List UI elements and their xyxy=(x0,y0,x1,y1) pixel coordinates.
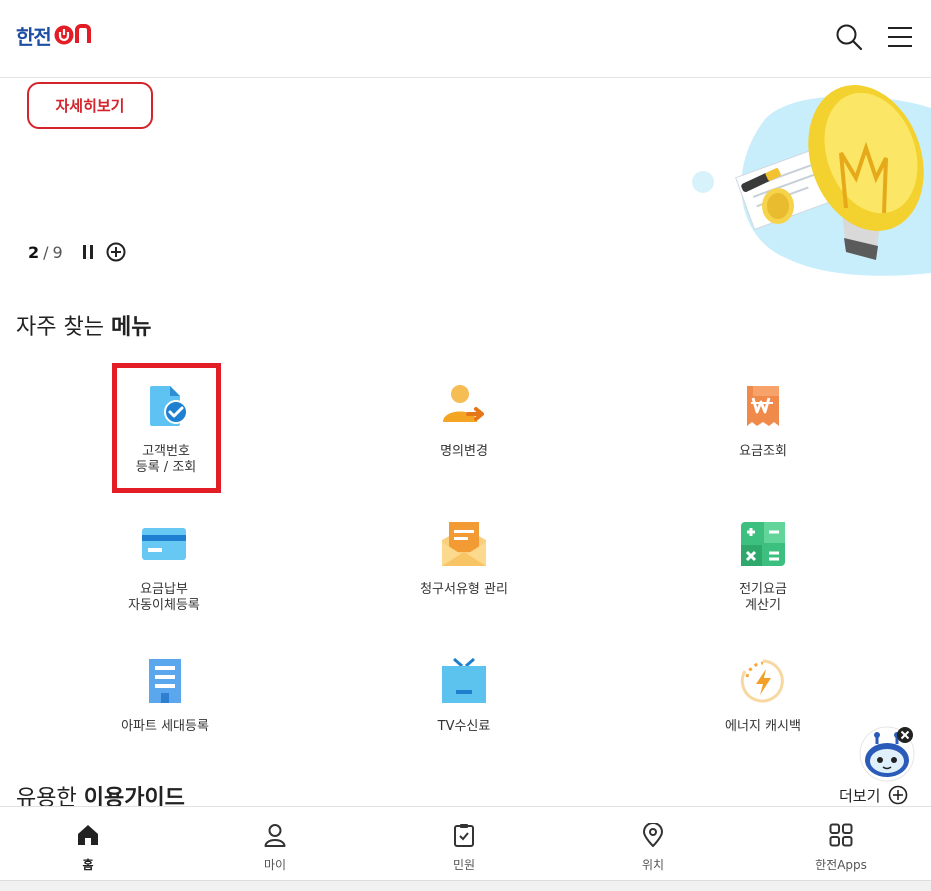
nav-label: 민원 xyxy=(452,858,476,872)
frequent-menu-title-normal: 자주 찾는 xyxy=(16,315,111,340)
pager-total: 9 xyxy=(52,242,63,262)
nav-label: 홈 xyxy=(82,858,94,872)
menu-label: 에너지 캐시백 xyxy=(663,719,863,735)
apartment-icon xyxy=(149,659,181,703)
apps-grid-icon xyxy=(829,823,853,847)
menu-label-line1: 명의변경 xyxy=(440,444,488,459)
nav-label: 마이 xyxy=(263,858,287,872)
menu-energy-cashback[interactable]: 에너지 캐시백 xyxy=(663,657,863,767)
logo-on-icon xyxy=(54,24,91,45)
nav-my[interactable]: 마이 xyxy=(215,807,335,881)
nav-label: 위치 xyxy=(641,858,665,872)
more-label: 더보기 xyxy=(839,786,881,805)
menu-autopay[interactable]: 요금납부 자동이체등록 xyxy=(64,520,264,630)
nav-kepco-apps[interactable]: 한전Apps xyxy=(781,807,901,881)
frequent-menu-title-bold: 메뉴 xyxy=(110,315,152,340)
menu-label-line1: 아파트 세대등록 xyxy=(121,719,209,734)
menu-label: 요금납부 자동이체등록 xyxy=(64,582,264,614)
nav-label: 한전Apps xyxy=(815,858,867,872)
card-icon xyxy=(142,528,186,560)
search-icon[interactable] xyxy=(834,22,864,52)
frequent-menu-title: 자주 찾는 메뉴 xyxy=(16,309,151,341)
bottom-scrollbar xyxy=(0,880,931,891)
plus-circle-icon xyxy=(889,785,908,805)
menu-name-change[interactable]: 명의변경 xyxy=(364,382,564,492)
energy-cashback-icon xyxy=(740,659,784,703)
banner-pager: 2 / 9 xyxy=(28,241,63,263)
nav-location[interactable]: 위치 xyxy=(593,807,713,881)
menu-label-line1: 요금조회 xyxy=(739,444,787,459)
calculator-icon xyxy=(741,522,785,566)
menu-label: TV수신료 xyxy=(364,719,564,735)
nav-complaint[interactable]: 민원 xyxy=(404,807,524,881)
menu-label: 아파트 세대등록 xyxy=(65,719,265,735)
user-icon xyxy=(264,824,286,847)
bottom-nav: 홈 마이 민원 위치 한전Apps xyxy=(0,806,931,880)
more-button[interactable]: 더보기 xyxy=(839,784,908,806)
person-transfer-icon xyxy=(443,385,484,422)
pause-icon[interactable] xyxy=(80,243,96,261)
location-pin-icon xyxy=(642,823,664,847)
close-icon[interactable] xyxy=(896,726,914,744)
won-receipt-icon xyxy=(747,386,779,426)
menu-bill-inquiry[interactable]: 요금조회 xyxy=(663,382,863,492)
menu-label-line1: 청구서유형 관리 xyxy=(420,582,508,597)
menu-label: 전기요금 계산기 xyxy=(663,582,863,614)
header: 한전 xyxy=(0,0,931,78)
menu-tv-license[interactable]: TV수신료 xyxy=(364,657,564,767)
kepco-on-logo[interactable]: 한전 xyxy=(16,22,97,49)
home-icon xyxy=(78,825,98,845)
clipboard-check-icon xyxy=(454,824,474,847)
menu-bill-calculator[interactable]: 전기요금 계산기 xyxy=(663,520,863,630)
hamburger-menu-icon[interactable] xyxy=(885,22,915,52)
menu-label-line1: 고객번호 xyxy=(142,444,190,459)
menu-bill-type[interactable]: 청구서유형 관리 xyxy=(364,520,564,630)
menu-label: 명의변경 xyxy=(364,444,564,460)
page: 한전 자세히보기 2 / 9 자주 찾는 메뉴 고객번호 등록 / 조회 명의변… xyxy=(0,0,931,891)
menu-label-line1: 요금납부 xyxy=(140,582,188,597)
logo-text: 한전 xyxy=(16,24,52,49)
envelope-icon xyxy=(442,522,486,566)
menu-label: 고객번호 등록 / 조회 xyxy=(66,444,266,476)
tv-icon xyxy=(442,657,486,703)
menu-label-line2: 계산기 xyxy=(745,598,781,613)
menu-label-line2: 등록 / 조회 xyxy=(135,460,197,475)
document-check-icon xyxy=(150,386,188,426)
menu-label: 청구서유형 관리 xyxy=(364,582,564,598)
menu-label-line1: 에너지 캐시백 xyxy=(725,719,801,734)
detail-view-button[interactable]: 자세히보기 xyxy=(27,82,153,129)
menu-customer-number[interactable]: 고객번호 등록 / 조회 xyxy=(66,382,266,492)
add-circle-icon[interactable] xyxy=(106,242,126,262)
menu-label-line2: 자동이체등록 xyxy=(128,598,200,613)
nav-home[interactable]: 홈 xyxy=(28,807,148,881)
menu-label-line1: TV수신료 xyxy=(437,719,491,734)
menu-label: 요금조회 xyxy=(663,444,863,460)
pager-current: 2 xyxy=(28,242,40,262)
menu-apartment-registration[interactable]: 아파트 세대등록 xyxy=(65,657,265,767)
menu-label-line1: 전기요금 xyxy=(739,582,787,597)
banner-lightbulb-illustration xyxy=(692,85,931,276)
pager-separator: / xyxy=(43,242,49,262)
